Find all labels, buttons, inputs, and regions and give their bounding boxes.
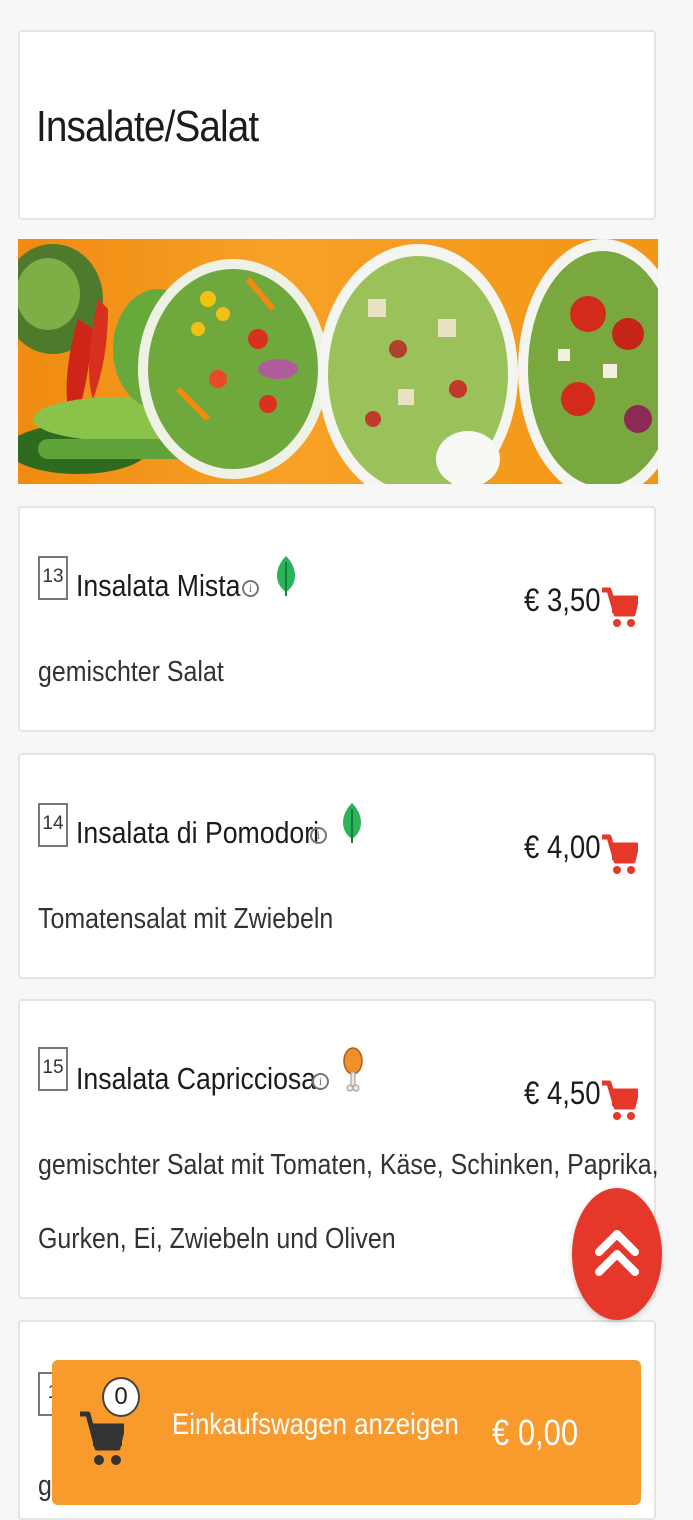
menu-item-card[interactable]: 13 Insalata Mista i € 3,50 gemischter Sa… xyxy=(18,506,656,732)
info-icon[interactable]: i xyxy=(310,827,327,844)
menu-item-card[interactable]: 14 Insalata di Pomodori i € 4,00 Tomaten… xyxy=(18,753,656,979)
item-name[interactable]: Insalata Capricciosa xyxy=(76,1061,316,1097)
item-price: € 4,00 xyxy=(524,829,601,865)
add-to-cart-icon[interactable] xyxy=(600,1079,638,1123)
item-number: 15 xyxy=(38,1047,68,1091)
leaf-icon xyxy=(343,803,361,843)
view-cart-button[interactable]: 0 Einkaufswagen anzeigen € 0,00 xyxy=(52,1360,641,1505)
add-to-cart-icon[interactable] xyxy=(600,833,638,877)
info-icon[interactable]: i xyxy=(312,1073,329,1090)
item-name[interactable]: Insalata di Pomodori xyxy=(76,815,319,851)
cart-icon xyxy=(80,1411,124,1465)
double-chevron-up-icon xyxy=(595,1230,639,1276)
item-price: € 4,50 xyxy=(524,1075,601,1111)
salad-banner-image xyxy=(18,239,658,484)
leaf-icon xyxy=(277,556,295,596)
item-description: Tomatensalat mit Zwiebeln xyxy=(38,903,334,935)
item-description: g xyxy=(38,1470,52,1502)
cart-total: € 0,00 xyxy=(492,1412,579,1453)
info-icon[interactable]: i xyxy=(242,580,259,597)
add-to-cart-icon[interactable] xyxy=(600,586,638,630)
item-description: gemischter Salat xyxy=(38,656,224,688)
cart-count-badge: 0 xyxy=(102,1377,140,1417)
item-number: 13 xyxy=(38,556,68,600)
chicken-leg-icon xyxy=(343,1047,363,1092)
scroll-to-top-button[interactable] xyxy=(572,1188,662,1320)
item-price: € 3,50 xyxy=(524,582,601,618)
section-title: Insalate/Salat xyxy=(36,102,259,151)
menu-item-card[interactable]: 15 Insalata Capricciosa i € 4,50 gemisch… xyxy=(18,999,659,1299)
item-description: Gurken, Ei, Zwiebeln und Oliven xyxy=(38,1223,396,1255)
item-name[interactable]: Insalata Mista xyxy=(76,568,240,604)
view-cart-label: Einkaufswagen anzeigen xyxy=(172,1408,459,1441)
section-header-card: Insalate/Salat xyxy=(18,30,656,220)
item-number: 14 xyxy=(38,803,68,847)
item-description: gemischter Salat mit Tomaten, Käse, Schi… xyxy=(38,1149,659,1181)
